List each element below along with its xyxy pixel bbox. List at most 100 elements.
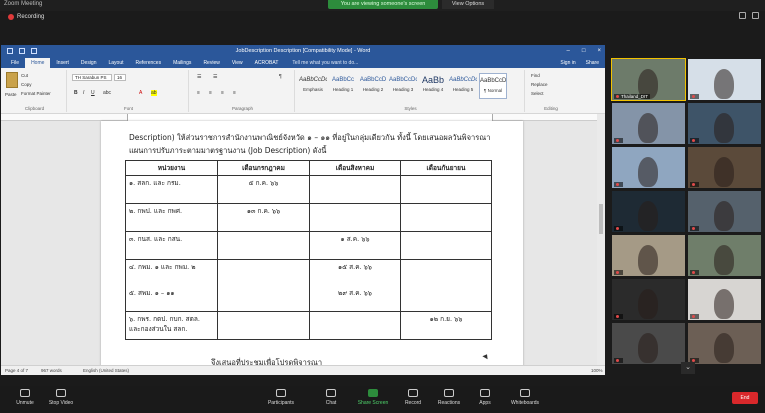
tab-acrobat[interactable]: ACROBAT: [249, 58, 285, 68]
share-button[interactable]: Share Screen: [352, 389, 394, 406]
align-right-icon[interactable]: ≡: [221, 90, 224, 96]
replace-button[interactable]: Replace: [531, 82, 548, 87]
participant-video: [638, 113, 658, 143]
paste-button[interactable]: Paste: [5, 92, 17, 97]
style-heading-5[interactable]: AaBbCcDc Heading 5: [449, 73, 477, 99]
underline-button[interactable]: U: [91, 90, 95, 96]
participant-tile[interactable]: Thailand_DIT: [611, 58, 686, 101]
mic-muted-icon: [20, 389, 30, 397]
vertical-scrollbar[interactable]: [597, 114, 605, 365]
tab-view[interactable]: View: [226, 58, 249, 68]
format-painter-button[interactable]: Format Painter: [21, 91, 51, 96]
participant-tile[interactable]: [688, 103, 761, 144]
apps-button[interactable]: Apps: [464, 389, 506, 406]
word-count[interactable]: 967 words: [41, 366, 62, 375]
cell-unit: ๓. กนส. และ กสน.: [125, 231, 218, 260]
word-minimize-icon[interactable]: –: [567, 45, 570, 58]
word-close-icon[interactable]: ×: [597, 45, 601, 58]
bullets-icon[interactable]: ☰: [197, 74, 201, 80]
whiteboards-label: Whiteboards: [510, 400, 540, 406]
numbering-icon[interactable]: ☰: [213, 74, 217, 80]
fullscreen-icon[interactable]: [752, 12, 759, 19]
participant-tile[interactable]: [612, 279, 685, 320]
page-count[interactable]: Page 4 of 7: [5, 366, 28, 375]
participant-tile[interactable]: [688, 191, 761, 232]
cell-august: ๑๕ ส.ค. ๖๖ ๒๙ ส.ค. ๖๖: [309, 259, 401, 312]
tab-references[interactable]: References: [130, 58, 168, 68]
copy-button[interactable]: Copy: [21, 82, 32, 87]
muted-mic-icon: [616, 227, 619, 230]
tab-mailings[interactable]: Mailings: [167, 58, 197, 68]
end-meeting-button[interactable]: End: [732, 392, 758, 404]
home-ribbon: Paste Cut Copy Format Painter Clipboard …: [1, 68, 605, 114]
select-button[interactable]: Select: [531, 91, 544, 96]
word-status-bar: Page 4 of 7 967 words English (United St…: [1, 365, 605, 375]
strikethrough-button[interactable]: abc: [103, 90, 111, 96]
participant-tile[interactable]: [612, 191, 685, 232]
font-name-box[interactable]: TH Sarabun PS: [72, 74, 112, 81]
muted-mic-icon: [692, 95, 695, 98]
style-heading-1[interactable]: AaBbCc Heading 1: [329, 73, 357, 99]
document-canvas[interactable]: Description) ให้ส่วนราชการสำนักงานพาณิชย…: [1, 114, 605, 365]
tab-insert[interactable]: Insert: [50, 58, 75, 68]
bold-button[interactable]: B: [74, 90, 78, 96]
participant-tile[interactable]: [688, 235, 761, 276]
participants-button[interactable]: Participants: [260, 389, 302, 406]
cut-button[interactable]: Cut: [21, 73, 28, 78]
chevron-down-icon[interactable]: ⌄: [681, 362, 695, 374]
align-left-icon[interactable]: ≡: [197, 90, 200, 96]
italic-button[interactable]: I: [83, 90, 84, 96]
participant-tile[interactable]: [688, 323, 761, 364]
font-size-box[interactable]: 16: [114, 74, 126, 81]
highlight-icon[interactable]: ab: [151, 90, 157, 96]
word-maximize-icon[interactable]: □: [582, 45, 586, 58]
language-status[interactable]: English (United States): [83, 366, 129, 375]
style-normal[interactable]: AaBbCcDc ¶ Normal: [479, 73, 507, 99]
tab-review[interactable]: Review: [197, 58, 225, 68]
tab-design[interactable]: Design: [75, 58, 103, 68]
view-options-button[interactable]: View Options: [442, 0, 494, 9]
find-button[interactable]: Find: [531, 73, 540, 78]
participant-tile[interactable]: [612, 103, 685, 144]
participant-tile[interactable]: [612, 235, 685, 276]
style-emphasis[interactable]: AaBbCcDc Emphasis: [299, 73, 327, 99]
font-color-icon[interactable]: A: [139, 90, 142, 96]
chat-button[interactable]: Chat: [310, 389, 352, 406]
sign-in-link[interactable]: Sign in: [560, 58, 575, 68]
pilcrow-icon[interactable]: ¶: [279, 74, 282, 80]
muted-mic-icon: [692, 183, 695, 186]
muted-mic-icon: [616, 95, 619, 98]
participant-tile[interactable]: [688, 59, 761, 100]
participants-label: Participants: [267, 400, 295, 406]
closing-line: จึงเสนอที่ประชุมเพื่อโปรดพิจารณา: [211, 358, 323, 365]
zoom-level[interactable]: 100%: [591, 366, 603, 375]
document-page[interactable]: Description) ให้ส่วนราชการสำนักงานพาณิชย…: [101, 121, 523, 365]
zoom-window: Zoom Meeting You are viewing someone's s…: [0, 0, 765, 413]
participant-name: [690, 270, 699, 275]
scroll-thumb[interactable]: [599, 204, 603, 234]
style-sample: AaBb: [421, 75, 445, 85]
tell-me-search[interactable]: Tell me what you want to do...: [284, 58, 358, 68]
tab-layout[interactable]: Layout: [103, 58, 130, 68]
align-center-icon[interactable]: ≡: [209, 90, 212, 96]
style-heading-2[interactable]: AaBbCcD Heading 2: [359, 73, 387, 99]
paste-icon[interactable]: [6, 72, 18, 88]
tab-home[interactable]: Home: [25, 58, 51, 68]
participant-video: [638, 245, 658, 275]
whiteboards-button[interactable]: Whiteboards: [504, 389, 546, 406]
style-heading-3[interactable]: AaBbCcDc Heading 3: [389, 73, 417, 99]
justify-icon[interactable]: ≡: [233, 90, 236, 96]
style-heading-4[interactable]: AaBb Heading 4: [419, 73, 447, 99]
participant-tile[interactable]: [612, 323, 685, 364]
video-button[interactable]: Stop Video: [40, 389, 82, 406]
participant-video: [638, 289, 658, 319]
font-group: TH Sarabun PS 16 B I U abc A ab Font: [69, 70, 189, 112]
participant-video: [638, 201, 658, 231]
share-button[interactable]: Share: [586, 58, 599, 68]
participant-tile[interactable]: [688, 147, 761, 188]
participant-tile[interactable]: [688, 279, 761, 320]
minimize-icon[interactable]: [739, 12, 746, 19]
tab-file[interactable]: File: [5, 58, 25, 68]
document-title: JobDescription Description [Compatibilit…: [235, 48, 371, 54]
participant-tile[interactable]: [612, 147, 685, 188]
